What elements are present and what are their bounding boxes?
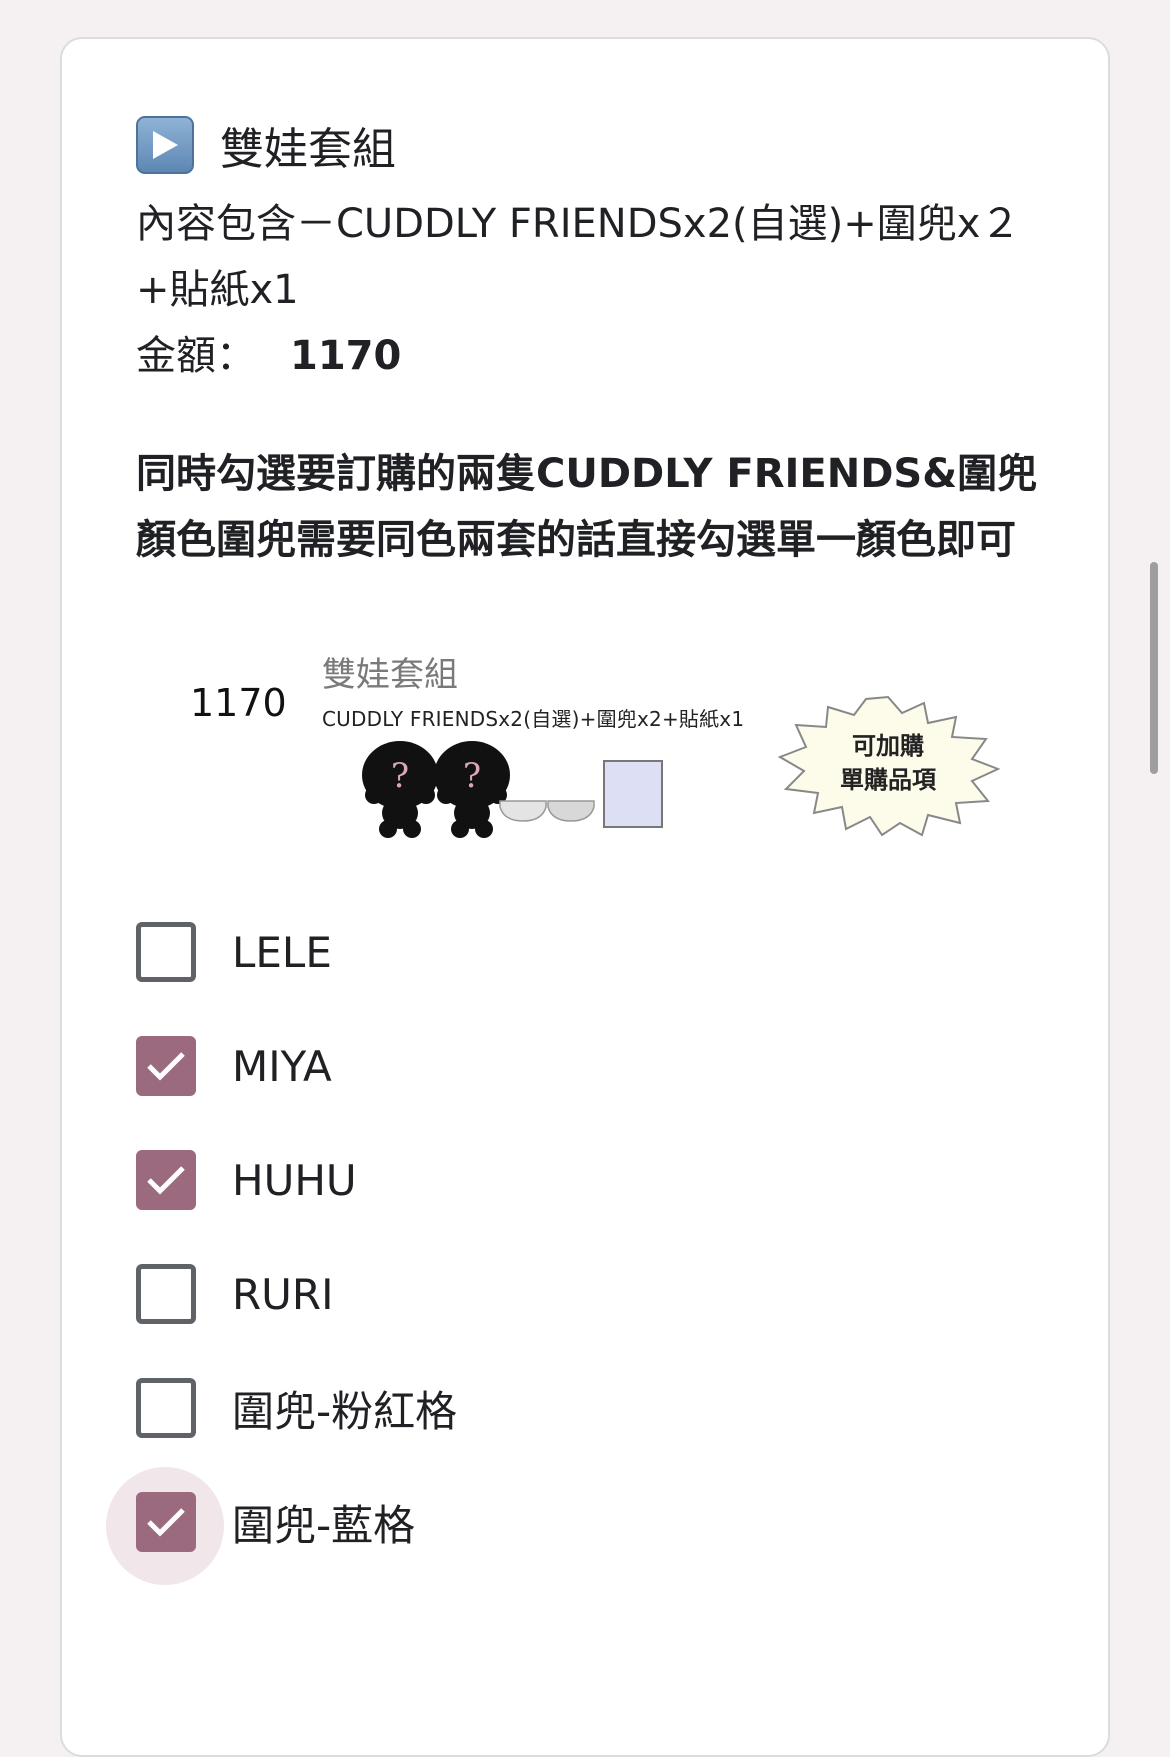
checkbox-unchecked[interactable] — [136, 1378, 196, 1438]
order-instruction: 同時勾選要訂購的兩隻CUDDLY FRIENDS&圍兜顏色圍兜需要同色兩套的話直… — [136, 451, 1038, 563]
badge-line-2: 單購品項 — [840, 766, 936, 794]
price-label: 金額： — [136, 333, 256, 379]
section-description: 內容包含－CUDDLY FRIENDSx2(自選)+圍兜x２+貼紙x1 — [136, 201, 1021, 313]
option-label: HUHU — [232, 1155, 357, 1205]
option-label: LELE — [232, 927, 332, 977]
option-label: RURI — [232, 1269, 334, 1319]
option-huhu[interactable]: HUHU — [136, 1123, 1036, 1237]
option-label: 圍兜-粉紅格 — [232, 1386, 458, 1436]
doll-silhouette-1: ? — [362, 741, 438, 838]
svg-text:?: ? — [463, 756, 481, 796]
checkbox-options: LELE MIYA HUHU RURI 圍兜-粉紅格 圍兜-藍格 — [106, 895, 1036, 1585]
option-ruri[interactable]: RURI — [136, 1237, 1036, 1351]
sticker-sheet — [603, 760, 663, 828]
section-title-row: 雙娃套組 — [136, 113, 1036, 177]
bib-2 — [547, 800, 595, 822]
add-on-badge-text: 可加購 單購品項 — [776, 729, 1000, 797]
product-image: 1170 雙娃套組 CUDDLY FRIENDSx2(自選)+圍兜x2+貼紙x1… — [136, 643, 1036, 843]
checkbox-unchecked[interactable] — [136, 1264, 196, 1324]
question-content: 雙娃套組 內容包含－CUDDLY FRIENDSx2(自選)+圍兜x２+貼紙x1… — [106, 113, 1037, 1585]
checkbox-unchecked[interactable] — [136, 922, 196, 982]
option-miya[interactable]: MIYA — [136, 1009, 1036, 1123]
badge-line-1: 可加購 — [852, 732, 924, 760]
svg-text:?: ? — [391, 756, 409, 796]
option-lele[interactable]: LELE — [136, 895, 1036, 1009]
product-image-title: 雙娃套組 — [322, 655, 458, 695]
form-question-card: 雙娃套組 內容包含－CUDDLY FRIENDSx2(自選)+圍兜x２+貼紙x1… — [60, 37, 1110, 1757]
checkmark-icon — [147, 1508, 185, 1537]
page-scrollbar[interactable] — [1150, 562, 1158, 774]
checkmark-icon — [147, 1052, 185, 1081]
section-title: 雙娃套組 — [220, 124, 396, 175]
checkbox-checked[interactable] — [136, 1150, 196, 1210]
checkmark-icon — [147, 1166, 185, 1195]
option-bib-blue-check[interactable]: 圍兜-藍格 — [106, 1465, 1036, 1585]
play-button-icon — [136, 116, 194, 174]
bib-1 — [499, 800, 547, 822]
option-bib-pink-check[interactable]: 圍兜-粉紅格 — [136, 1351, 1036, 1465]
product-image-price: 1170 — [190, 681, 287, 725]
checkbox-checked[interactable] — [136, 1036, 196, 1096]
option-label: MIYA — [232, 1041, 332, 1091]
product-illustration: ? ? — [362, 741, 663, 838]
price-value: 1170 — [290, 333, 402, 379]
checkbox-checked[interactable] — [136, 1492, 196, 1552]
doll-silhouette-2: ? — [434, 741, 510, 838]
price-row: 金額： 1170 — [136, 323, 1036, 389]
product-image-contents: CUDDLY FRIENDSx2(自選)+圍兜x2+貼紙x1 — [322, 707, 745, 731]
option-label: 圍兜-藍格 — [232, 1500, 416, 1550]
